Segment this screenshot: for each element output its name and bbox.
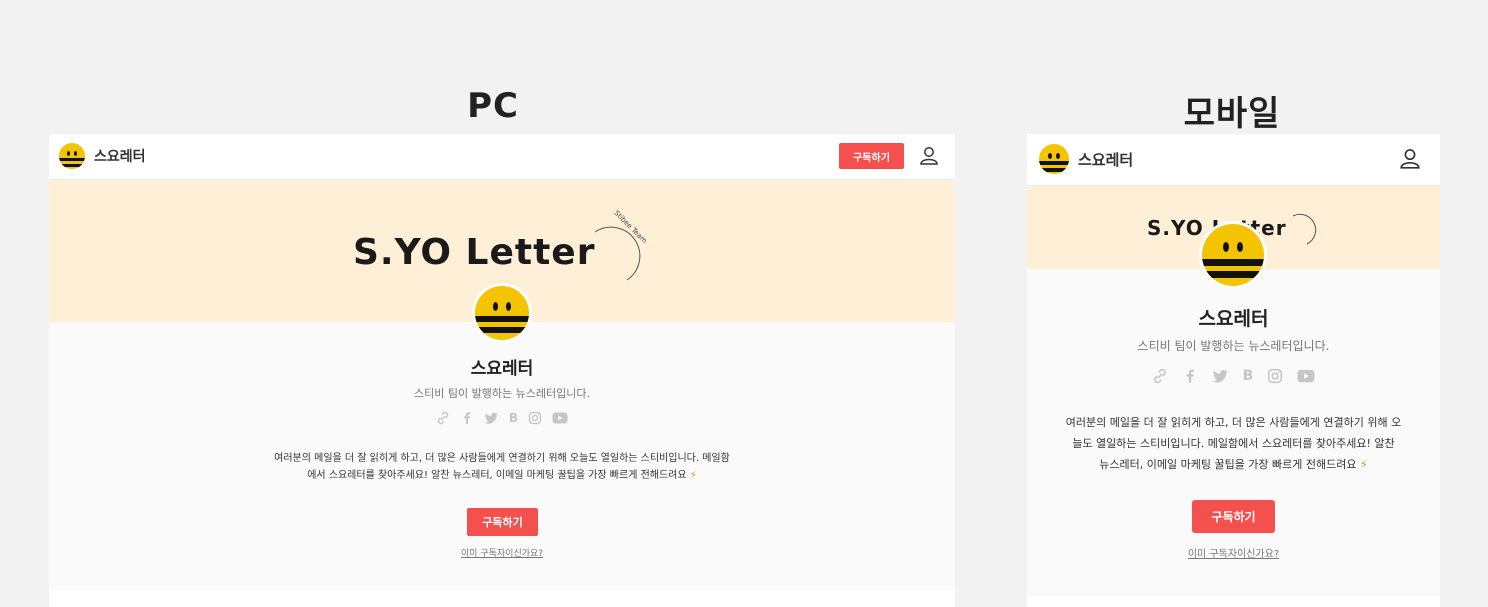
mobile-brand-name: 스요레터 <box>1078 150 1134 169</box>
pc-brand-smiley-icon <box>59 143 85 169</box>
pc-section-title: PC <box>467 86 519 126</box>
mobile-logo-arc-icon <box>1292 213 1317 245</box>
mobile-already-subscriber-link[interactable]: 이미 구독자이신가요? <box>1027 545 1440 560</box>
blog-icon[interactable]: B <box>1243 368 1254 384</box>
link-icon[interactable] <box>436 411 450 425</box>
pc-header: 스요레터 구독하기 <box>49 134 955 180</box>
pc-bottom-area <box>49 590 955 607</box>
mobile-newsletter-name: 스요레터 <box>1198 308 1269 330</box>
mobile-preview-frame: 스요레터 S.YO Letter 스요레터 스티비 팀이 발행하는 뉴스레터입니… <box>1027 134 1440 607</box>
pc-description: 여러분의 메일을 더 잘 읽히게 하고, 더 많은 사람들에게 연결하기 위해 … <box>229 450 775 484</box>
pc-description-line1: 여러분의 메일을 더 잘 읽히게 하고, 더 많은 사람들에게 연결하기 위해 … <box>274 453 730 464</box>
twitter-icon[interactable] <box>484 411 499 425</box>
pc-tagline: 스티비 팀이 발행하는 뉴스레터입니다. <box>414 387 590 400</box>
pc-already-subscriber-link[interactable]: 이미 구독자이신가요? <box>49 546 955 559</box>
mobile-avatar <box>1199 221 1267 289</box>
mobile-social-links: B <box>1027 366 1440 386</box>
youtube-icon[interactable] <box>552 412 568 424</box>
pc-avatar <box>472 283 532 343</box>
instagram-icon[interactable] <box>1267 368 1283 384</box>
pc-subscribe-button[interactable]: 구독하기 <box>467 508 538 536</box>
pc-preview-frame: 스요레터 구독하기 S.YO Letter Stibee Team 스요레터 스… <box>49 134 955 607</box>
facebook-icon[interactable] <box>460 411 474 425</box>
pc-avatar-smiley-icon <box>475 286 529 340</box>
pc-social-links: B <box>49 409 955 427</box>
pc-brand[interactable]: 스요레터 <box>59 143 146 169</box>
mobile-brand-smiley-icon <box>1039 144 1069 174</box>
instagram-icon[interactable] <box>528 411 542 425</box>
mobile-tagline: 스티비 팀이 발행하는 뉴스레터입니다. <box>1137 339 1330 353</box>
youtube-icon[interactable] <box>1297 369 1315 383</box>
pc-newsletter-name: 스요레터 <box>470 359 534 379</box>
link-icon[interactable] <box>1152 368 1168 384</box>
mobile-description-line3: 뉴스레터, 이메일 마케팅 꿀팁을 가장 빠르게 전해드려요 <box>1099 458 1357 471</box>
pc-user-icon[interactable] <box>919 146 939 170</box>
bolt-icon: ⚡ <box>689 470 697 481</box>
facebook-icon[interactable] <box>1182 368 1198 384</box>
twitter-icon[interactable] <box>1212 368 1229 384</box>
pc-header-subscribe-button[interactable]: 구독하기 <box>839 143 904 169</box>
mobile-header: 스요레터 <box>1027 134 1440 186</box>
blog-icon[interactable]: B <box>509 411 518 425</box>
bolt-icon: ⚡ <box>1360 458 1368 471</box>
mobile-section-title: 모바일 <box>1183 94 1281 134</box>
pc-brand-name: 스요레터 <box>94 149 146 165</box>
mobile-bottom-area <box>1027 596 1440 607</box>
mobile-subscribe-button[interactable]: 구독하기 <box>1192 500 1275 533</box>
mobile-description-line2: 늘도 열일하는 스티비입니다. 메일함에서 스요레터를 찾아주세요! 알찬 <box>1072 437 1395 450</box>
mobile-brand[interactable]: 스요레터 <box>1039 144 1133 174</box>
pc-description-line2: 에서 스요레터를 찾아주세요! 알찬 뉴스레터, 이메일 마케팅 꿀팁을 가장 … <box>307 470 687 481</box>
pc-logo-text: S.YO Letter <box>353 232 596 273</box>
mobile-avatar-smiley-icon <box>1202 224 1264 286</box>
mobile-user-icon[interactable] <box>1399 148 1421 174</box>
mobile-description-line1: 여러분의 메일을 더 잘 읽히게 하고, 더 많은 사람들에게 연결하기 위해 … <box>1065 416 1402 429</box>
mobile-description: 여러분의 메일을 더 잘 읽히게 하고, 더 많은 사람들에게 연결하기 위해 … <box>1037 412 1430 475</box>
